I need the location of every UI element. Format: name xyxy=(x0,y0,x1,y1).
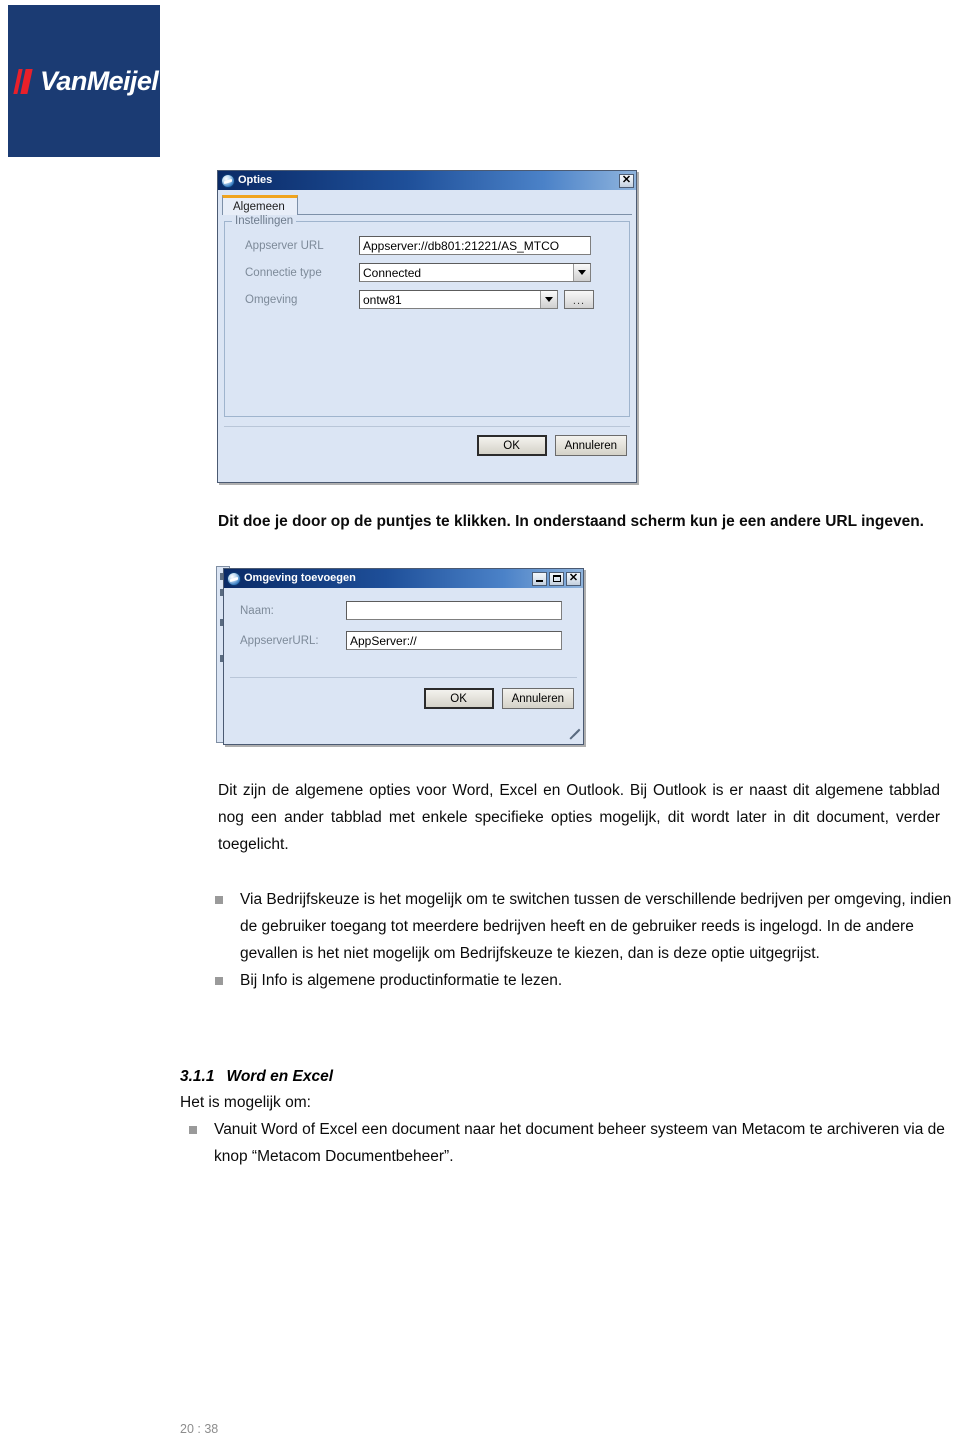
section-number: 3.1.1 xyxy=(180,1068,215,1085)
list-item: Bij Info is algemene productinformatie t… xyxy=(212,967,952,994)
close-icon[interactable]: ✕ xyxy=(566,571,581,586)
options-tabstrip: Algemeen xyxy=(222,193,632,215)
options-dialog-footer: OK Annuleren xyxy=(218,427,636,464)
instellingen-groupbox: Instellingen Appserver URL Appserver://d… xyxy=(224,215,630,417)
caption-dit-doe-je: Dit doe je door op de puntjes te klikken… xyxy=(218,513,924,530)
section-title: Word en Excel xyxy=(226,1068,334,1085)
field-omgeving: Omgeving ontw81 ... xyxy=(233,290,621,309)
bullet-text-archiveren: Vanuit Word of Excel een document naar h… xyxy=(214,1121,945,1165)
connectie-type-label: Connectie type xyxy=(245,266,322,279)
omgeving-browse-button[interactable]: ... xyxy=(564,290,594,309)
minimize-icon[interactable] xyxy=(532,571,547,586)
list-item: Via Bedrijfskeuze is het mogelijk om te … xyxy=(212,886,952,967)
section-intro: Het is mogelijk om: xyxy=(180,1094,311,1111)
omgeving-select[interactable]: ontw81 xyxy=(359,290,558,309)
bullet-list-word-excel: Vanuit Word of Excel een document naar h… xyxy=(186,1116,952,1170)
cancel-button[interactable]: Annuleren xyxy=(554,435,627,456)
cancel-button[interactable]: Annuleren xyxy=(501,688,574,709)
ok-button[interactable]: OK xyxy=(423,688,494,709)
logo-wordmark: VanMeijel xyxy=(40,65,159,96)
appserverurl-input[interactable]: AppServer:// xyxy=(346,631,562,650)
chevron-down-icon[interactable] xyxy=(573,264,590,281)
field-connectie-type: Connectie type Connected xyxy=(233,263,621,282)
resize-grip-icon[interactable] xyxy=(568,728,581,742)
add-environment-dialog: Omgeving toevoegen ✕ Naam: AppserverURL:… xyxy=(223,568,584,745)
instellingen-legend: Instellingen xyxy=(232,215,297,227)
bullet-list-opties: Via Bedrijfskeuze is het mogelijk om te … xyxy=(212,886,952,994)
connectie-type-value: Connected xyxy=(363,265,422,280)
close-icon[interactable]: ✕ xyxy=(619,173,634,188)
options-dialog-titlebar[interactable]: Opties ✕ xyxy=(218,171,636,190)
field-appserver-url: Appserver URL Appserver://db801:21221/AS… xyxy=(233,236,621,255)
chevron-down-icon[interactable] xyxy=(540,291,557,308)
connectie-type-select[interactable]: Connected xyxy=(359,263,591,282)
tab-algemeen[interactable]: Algemeen xyxy=(222,195,298,215)
vanmeijel-logo: VanMeijel xyxy=(8,5,160,157)
appserverurl-label: AppserverURL: xyxy=(240,634,319,647)
naam-label: Naam: xyxy=(240,604,274,617)
field-naam: Naam: xyxy=(234,601,573,620)
close-glyph: ✕ xyxy=(568,572,579,584)
bullet-text-info: Bij Info is algemene productinformatie t… xyxy=(240,972,563,989)
page-number: 20 : 38 xyxy=(180,1422,219,1436)
close-glyph: ✕ xyxy=(621,174,632,186)
options-dialog: Opties ✕ Algemeen Instellingen Appserver… xyxy=(217,170,637,483)
appserver-url-input[interactable]: Appserver://db801:21221/AS_MTCO xyxy=(359,236,591,255)
naam-input[interactable] xyxy=(346,601,562,620)
appserver-url-label: Appserver URL xyxy=(245,239,324,252)
ok-button[interactable]: OK xyxy=(476,435,547,456)
paragraph-algemene-opties: Dit zijn de algemene opties voor Word, E… xyxy=(218,782,940,853)
options-dialog-title: Opties xyxy=(238,174,273,186)
omgeving-label: Omgeving xyxy=(245,293,298,306)
omgeving-value: ontw81 xyxy=(363,292,402,307)
add-environment-titlebar[interactable]: Omgeving toevoegen ✕ xyxy=(224,569,583,588)
field-appserverurl: AppserverURL: AppServer:// xyxy=(234,631,573,650)
app-globe-icon xyxy=(227,571,241,586)
section-heading-word-en-excel: 3.1.1 Word en Excel xyxy=(180,1068,333,1086)
maximize-icon[interactable] xyxy=(549,571,564,586)
add-environment-title: Omgeving toevoegen xyxy=(244,572,356,584)
bullet-text-bedrijfskeuze: Via Bedrijfskeuze is het mogelijk om te … xyxy=(240,891,952,962)
app-globe-icon xyxy=(221,173,235,188)
list-item: Vanuit Word of Excel een document naar h… xyxy=(186,1116,952,1170)
tab-algemeen-label: Algemeen xyxy=(233,200,285,213)
logo-bars-icon xyxy=(13,68,33,94)
add-environment-footer: OK Annuleren xyxy=(224,678,583,717)
